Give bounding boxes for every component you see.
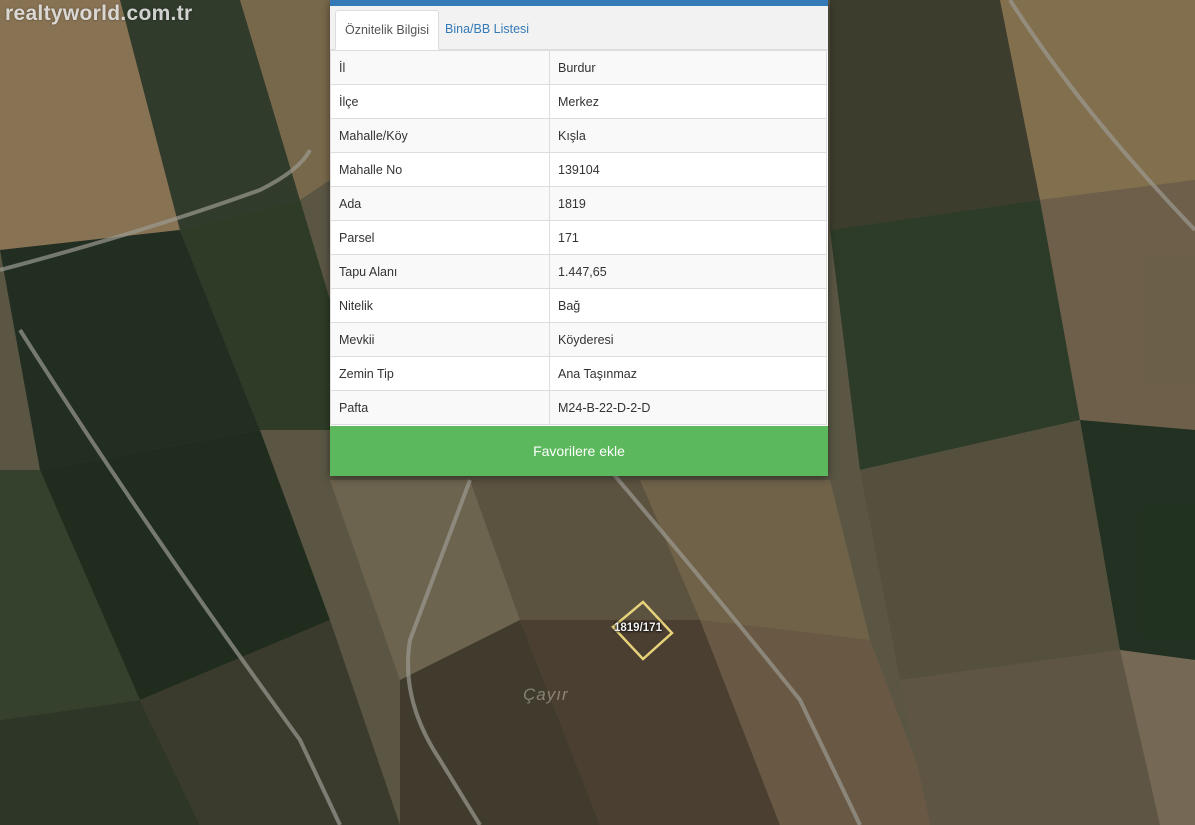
place-label: Çayır xyxy=(523,685,569,704)
attribute-key: Mahalle No xyxy=(330,152,550,187)
table-row: Mahalle No 139104 xyxy=(330,152,827,187)
table-row: İl Burdur xyxy=(330,50,827,85)
table-row: Parsel 171 xyxy=(330,220,827,255)
table-row: Mevkii Köyderesi xyxy=(330,322,827,357)
table-row: Nitelik Bağ xyxy=(330,288,827,323)
table-row: Ada 1819 xyxy=(330,186,827,221)
attribute-value: Ana Taşınmaz xyxy=(549,356,827,391)
attribute-key: Nitelik xyxy=(330,288,550,323)
attribute-key: Mevkii xyxy=(330,322,550,357)
watermark-logo: realtyworld.com.tr xyxy=(5,2,193,25)
attribute-value: 1.447,65 xyxy=(549,254,827,289)
attribute-value: 139104 xyxy=(549,152,827,187)
add-to-favorites-button[interactable]: Favorilere ekle xyxy=(330,426,828,476)
tab-oznitelik-bilgisi[interactable]: Öznitelik Bilgisi xyxy=(335,10,440,50)
table-row: Pafta M24-B-22-D-2-D xyxy=(330,390,827,425)
attribute-value: Burdur xyxy=(549,50,827,85)
tab-bar: Öznitelik Bilgisi Bina/BB Listesi xyxy=(330,6,828,50)
attribute-value: Kışla xyxy=(549,118,827,153)
attribute-value: Köyderesi xyxy=(549,322,827,357)
attribute-key: Pafta xyxy=(330,390,550,425)
attribute-key: İlçe xyxy=(330,84,550,119)
table-row: Zemin Tip Ana Taşınmaz xyxy=(330,356,827,391)
attribute-key: İl xyxy=(330,50,550,85)
attribute-table: İl Burdur İlçe Merkez Mahalle/Köy Kışla Mah… xyxy=(330,50,827,425)
parcel-info-panel: Öznitelik Bilgisi Bina/BB Listesi İl Burd… xyxy=(330,0,828,476)
attribute-key: Tapu Alanı xyxy=(330,254,550,289)
attribute-key: Parsel xyxy=(330,220,550,255)
attribute-key: Mahalle/Köy xyxy=(330,118,550,153)
table-row: İlçe Merkez xyxy=(330,84,827,119)
attribute-value: Merkez xyxy=(549,84,827,119)
table-row: Tapu Alanı 1.447,65 xyxy=(330,254,827,289)
table-row: Mahalle/Köy Kışla xyxy=(330,118,827,153)
parcel-label: 1819/171 xyxy=(614,622,662,634)
attribute-value: Bağ xyxy=(549,288,827,323)
attribute-value: 171 xyxy=(549,220,827,255)
attribute-key: Ada xyxy=(330,186,550,221)
attribute-key: Zemin Tip xyxy=(330,356,550,391)
attribute-value: M24-B-22-D-2-D xyxy=(549,390,827,425)
attribute-value: 1819 xyxy=(549,186,827,221)
tab-bina-bb-listesi[interactable]: Bina/BB Listesi xyxy=(436,10,538,48)
